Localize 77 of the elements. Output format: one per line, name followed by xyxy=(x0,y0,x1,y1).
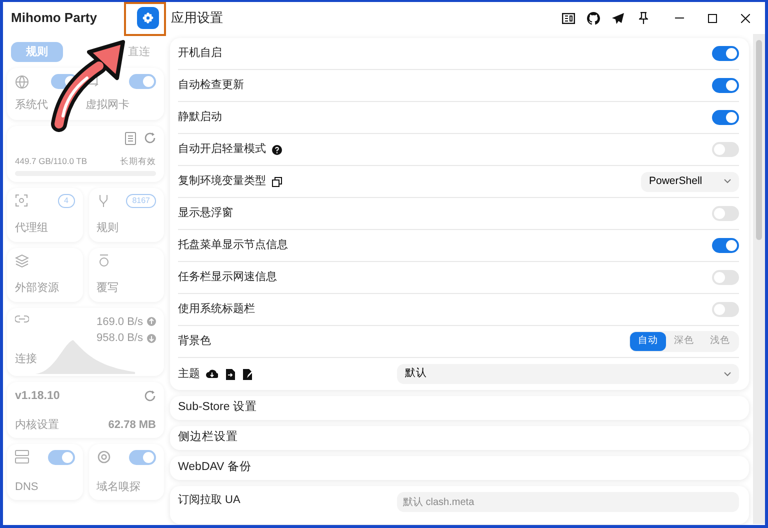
upload-speed: 169.0 B/s xyxy=(96,314,143,330)
connections-label[interactable]: 连接 xyxy=(15,351,37,368)
target-icon xyxy=(96,450,110,464)
toggle-switch[interactable] xyxy=(712,46,739,61)
segment-option[interactable]: 自动 xyxy=(630,332,666,351)
expiry-text: 长期有效 xyxy=(120,154,156,168)
usage-text: 449.7 GB/110.0 TB xyxy=(15,154,87,168)
mode-tab[interactable]: 规则 xyxy=(11,42,63,62)
cloud-download-icon xyxy=(206,369,218,379)
section-header[interactable]: 侧边栏设置 xyxy=(170,426,749,450)
gear-icon xyxy=(142,12,154,24)
segment-option[interactable]: 深色 xyxy=(666,332,702,351)
document-icon xyxy=(125,132,136,144)
override-icon xyxy=(96,254,110,268)
dropdown[interactable]: PowerShell xyxy=(641,172,739,192)
segment-option[interactable]: 浅色 xyxy=(702,332,738,351)
file-edit-icon xyxy=(243,368,253,380)
setting-label: 开机自启 xyxy=(178,46,222,62)
scrollbar-thumb[interactable] xyxy=(756,40,762,240)
section-header[interactable]: WebDAV 备份 xyxy=(170,456,749,480)
tile-label[interactable]: 外部资源 xyxy=(15,280,74,296)
setting-label: 静默启动 xyxy=(178,110,222,126)
setting-label: 自动开启轻量模式 xyxy=(178,142,266,158)
tile-label[interactable]: 覆写 xyxy=(96,280,156,296)
count-badge: 8167 xyxy=(126,194,156,208)
app-name: Mihomo Party xyxy=(10,9,98,28)
network-card-icon xyxy=(86,74,100,88)
setting-label: 订阅拉取 UA xyxy=(178,493,240,508)
server-icon xyxy=(15,450,29,464)
toggle-switch[interactable] xyxy=(48,450,74,464)
setting-label: 使用系统标题栏 xyxy=(178,302,255,318)
mode-tab[interactable]: 直连 xyxy=(125,42,153,62)
setting-label: 托盘菜单显示节点信息 xyxy=(178,238,288,254)
toggle-switch[interactable] xyxy=(129,74,156,89)
tile-label[interactable]: 规则 xyxy=(96,220,156,236)
tile-label[interactable]: 域名嗅探 xyxy=(96,478,156,495)
toggle-label: 系统代 xyxy=(15,98,49,113)
theme-dropdown[interactable]: 默认 xyxy=(397,364,739,384)
section-header[interactable]: Sub-Store 设置 xyxy=(170,396,749,420)
core-version: v1.18.10 xyxy=(15,388,60,404)
toggle-switch[interactable] xyxy=(712,142,739,157)
chevron-down-icon xyxy=(724,372,731,376)
toggle-switch[interactable] xyxy=(712,110,739,125)
download-speed: 958.0 B/s xyxy=(96,331,143,346)
refresh-icon xyxy=(144,390,156,402)
settings-button[interactable] xyxy=(137,7,159,29)
toggle-switch[interactable] xyxy=(712,206,739,221)
setting-label: 自动检查更新 xyxy=(178,78,244,94)
toggle-switch[interactable] xyxy=(712,270,739,285)
toggle-label: 虚拟网卡 xyxy=(86,98,130,113)
group-icon xyxy=(15,194,29,208)
setting-label: 复制环境变量类型 xyxy=(178,174,266,190)
download-arrow-icon xyxy=(147,334,156,343)
setting-label: 背景色 xyxy=(178,334,211,350)
link-icon xyxy=(15,314,29,324)
fork-icon xyxy=(96,194,110,208)
setting-label: 显示悬浮窗 xyxy=(178,206,233,222)
count-badge: 4 xyxy=(58,194,74,208)
toggle-switch[interactable] xyxy=(712,238,739,253)
layers-icon xyxy=(15,254,29,268)
toggle-switch[interactable] xyxy=(712,302,739,317)
upload-arrow-icon xyxy=(147,317,156,326)
chevron-down-icon xyxy=(724,179,731,184)
toggle-switch[interactable] xyxy=(712,78,739,93)
tile-label[interactable]: 代理组 xyxy=(15,220,74,236)
ua-input-field[interactable]: 默认 clash.meta xyxy=(397,492,739,512)
globe-icon xyxy=(15,74,29,88)
toggle-switch[interactable] xyxy=(129,450,156,464)
refresh-icon xyxy=(144,132,156,144)
memory-usage: 62.78 MB xyxy=(108,418,156,433)
file-import-icon xyxy=(226,368,235,380)
core-settings-label[interactable]: 内核设置 xyxy=(15,416,59,434)
tile-label[interactable]: DNS xyxy=(15,478,74,495)
setting-label: 主题 xyxy=(178,366,200,382)
page-title: 应用设置 xyxy=(171,9,224,28)
copy-icon xyxy=(272,176,282,186)
setting-label: 任务栏显示网速信息 xyxy=(178,270,277,286)
